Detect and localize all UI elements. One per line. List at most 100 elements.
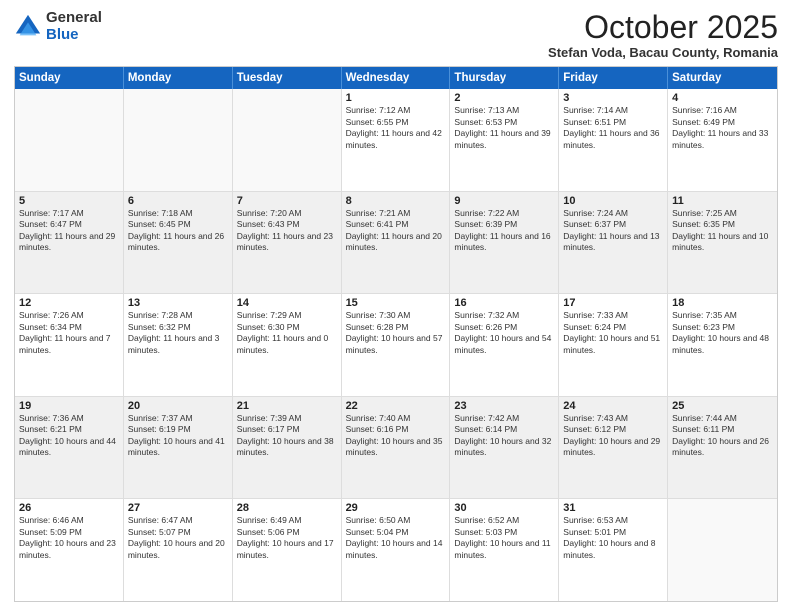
cell-info: Sunrise: 7:35 AMSunset: 6:23 PMDaylight:… <box>672 310 773 356</box>
day-number: 18 <box>672 297 773 309</box>
cell-info: Sunrise: 7:16 AMSunset: 6:49 PMDaylight:… <box>672 105 773 151</box>
table-row: 19Sunrise: 7:36 AMSunset: 6:21 PMDayligh… <box>15 397 124 499</box>
cell-info: Sunrise: 6:52 AMSunset: 5:03 PMDaylight:… <box>454 515 554 561</box>
day-number: 8 <box>346 195 446 207</box>
cell-info: Sunrise: 7:24 AMSunset: 6:37 PMDaylight:… <box>563 208 663 254</box>
day-number: 7 <box>237 195 337 207</box>
cell-info: Sunrise: 6:46 AMSunset: 5:09 PMDaylight:… <box>19 515 119 561</box>
table-row <box>233 89 342 191</box>
day-number: 21 <box>237 400 337 412</box>
cell-info: Sunrise: 7:40 AMSunset: 6:16 PMDaylight:… <box>346 413 446 459</box>
day-header-friday: Friday <box>559 67 668 89</box>
table-row: 11Sunrise: 7:25 AMSunset: 6:35 PMDayligh… <box>668 192 777 294</box>
table-row: 23Sunrise: 7:42 AMSunset: 6:14 PMDayligh… <box>450 397 559 499</box>
cell-info: Sunrise: 7:36 AMSunset: 6:21 PMDaylight:… <box>19 413 119 459</box>
cell-info: Sunrise: 7:17 AMSunset: 6:47 PMDaylight:… <box>19 208 119 254</box>
table-row: 29Sunrise: 6:50 AMSunset: 5:04 PMDayligh… <box>342 499 451 601</box>
calendar-header: SundayMondayTuesdayWednesdayThursdayFrid… <box>15 67 777 89</box>
table-row <box>124 89 233 191</box>
table-row: 30Sunrise: 6:52 AMSunset: 5:03 PMDayligh… <box>450 499 559 601</box>
cell-info: Sunrise: 7:32 AMSunset: 6:26 PMDaylight:… <box>454 310 554 356</box>
table-row: 21Sunrise: 7:39 AMSunset: 6:17 PMDayligh… <box>233 397 342 499</box>
day-number: 30 <box>454 502 554 514</box>
day-number: 9 <box>454 195 554 207</box>
cell-info: Sunrise: 7:12 AMSunset: 6:55 PMDaylight:… <box>346 105 446 151</box>
day-header-wednesday: Wednesday <box>342 67 451 89</box>
logo-general-text: General <box>46 10 102 27</box>
day-number: 23 <box>454 400 554 412</box>
table-row: 6Sunrise: 7:18 AMSunset: 6:45 PMDaylight… <box>124 192 233 294</box>
day-number: 10 <box>563 195 663 207</box>
cell-info: Sunrise: 7:42 AMSunset: 6:14 PMDaylight:… <box>454 413 554 459</box>
table-row: 12Sunrise: 7:26 AMSunset: 6:34 PMDayligh… <box>15 294 124 396</box>
table-row: 17Sunrise: 7:33 AMSunset: 6:24 PMDayligh… <box>559 294 668 396</box>
day-number: 14 <box>237 297 337 309</box>
day-header-monday: Monday <box>124 67 233 89</box>
header-right: October 2025 Stefan Voda, Bacau County, … <box>548 10 778 60</box>
logo-text: General Blue <box>46 10 102 43</box>
table-row: 7Sunrise: 7:20 AMSunset: 6:43 PMDaylight… <box>233 192 342 294</box>
cell-info: Sunrise: 6:50 AMSunset: 5:04 PMDaylight:… <box>346 515 446 561</box>
cell-info: Sunrise: 7:21 AMSunset: 6:41 PMDaylight:… <box>346 208 446 254</box>
table-row: 26Sunrise: 6:46 AMSunset: 5:09 PMDayligh… <box>15 499 124 601</box>
day-number: 11 <box>672 195 773 207</box>
day-number: 27 <box>128 502 228 514</box>
table-row: 18Sunrise: 7:35 AMSunset: 6:23 PMDayligh… <box>668 294 777 396</box>
logo-icon <box>14 13 42 41</box>
table-row: 16Sunrise: 7:32 AMSunset: 6:26 PMDayligh… <box>450 294 559 396</box>
cell-info: Sunrise: 7:22 AMSunset: 6:39 PMDaylight:… <box>454 208 554 254</box>
calendar-week-1: 1Sunrise: 7:12 AMSunset: 6:55 PMDaylight… <box>15 89 777 192</box>
location: Stefan Voda, Bacau County, Romania <box>548 45 778 60</box>
day-number: 13 <box>128 297 228 309</box>
cell-info: Sunrise: 7:26 AMSunset: 6:34 PMDaylight:… <box>19 310 119 356</box>
header: General Blue October 2025 Stefan Voda, B… <box>14 10 778 60</box>
cell-info: Sunrise: 7:37 AMSunset: 6:19 PMDaylight:… <box>128 413 228 459</box>
day-number: 19 <box>19 400 119 412</box>
cell-info: Sunrise: 7:33 AMSunset: 6:24 PMDaylight:… <box>563 310 663 356</box>
logo: General Blue <box>14 10 102 43</box>
table-row: 4Sunrise: 7:16 AMSunset: 6:49 PMDaylight… <box>668 89 777 191</box>
cell-info: Sunrise: 7:28 AMSunset: 6:32 PMDaylight:… <box>128 310 228 356</box>
cell-info: Sunrise: 6:47 AMSunset: 5:07 PMDaylight:… <box>128 515 228 561</box>
page: General Blue October 2025 Stefan Voda, B… <box>0 0 792 612</box>
table-row: 31Sunrise: 6:53 AMSunset: 5:01 PMDayligh… <box>559 499 668 601</box>
day-number: 16 <box>454 297 554 309</box>
cell-info: Sunrise: 7:29 AMSunset: 6:30 PMDaylight:… <box>237 310 337 356</box>
day-number: 5 <box>19 195 119 207</box>
day-number: 1 <box>346 92 446 104</box>
cell-info: Sunrise: 7:30 AMSunset: 6:28 PMDaylight:… <box>346 310 446 356</box>
table-row: 2Sunrise: 7:13 AMSunset: 6:53 PMDaylight… <box>450 89 559 191</box>
cell-info: Sunrise: 7:18 AMSunset: 6:45 PMDaylight:… <box>128 208 228 254</box>
cell-info: Sunrise: 7:39 AMSunset: 6:17 PMDaylight:… <box>237 413 337 459</box>
logo-blue-text: Blue <box>46 27 102 44</box>
table-row: 3Sunrise: 7:14 AMSunset: 6:51 PMDaylight… <box>559 89 668 191</box>
day-number: 2 <box>454 92 554 104</box>
day-header-tuesday: Tuesday <box>233 67 342 89</box>
table-row: 13Sunrise: 7:28 AMSunset: 6:32 PMDayligh… <box>124 294 233 396</box>
table-row: 1Sunrise: 7:12 AMSunset: 6:55 PMDaylight… <box>342 89 451 191</box>
cell-info: Sunrise: 6:53 AMSunset: 5:01 PMDaylight:… <box>563 515 663 561</box>
cell-info: Sunrise: 7:20 AMSunset: 6:43 PMDaylight:… <box>237 208 337 254</box>
table-row: 20Sunrise: 7:37 AMSunset: 6:19 PMDayligh… <box>124 397 233 499</box>
day-number: 20 <box>128 400 228 412</box>
day-header-thursday: Thursday <box>450 67 559 89</box>
calendar-week-4: 19Sunrise: 7:36 AMSunset: 6:21 PMDayligh… <box>15 397 777 500</box>
day-number: 12 <box>19 297 119 309</box>
day-number: 24 <box>563 400 663 412</box>
day-number: 6 <box>128 195 228 207</box>
day-number: 22 <box>346 400 446 412</box>
table-row: 14Sunrise: 7:29 AMSunset: 6:30 PMDayligh… <box>233 294 342 396</box>
cell-info: Sunrise: 7:25 AMSunset: 6:35 PMDaylight:… <box>672 208 773 254</box>
day-header-sunday: Sunday <box>15 67 124 89</box>
table-row: 25Sunrise: 7:44 AMSunset: 6:11 PMDayligh… <box>668 397 777 499</box>
day-number: 17 <box>563 297 663 309</box>
day-number: 28 <box>237 502 337 514</box>
day-number: 4 <box>672 92 773 104</box>
day-number: 3 <box>563 92 663 104</box>
table-row: 9Sunrise: 7:22 AMSunset: 6:39 PMDaylight… <box>450 192 559 294</box>
calendar-week-2: 5Sunrise: 7:17 AMSunset: 6:47 PMDaylight… <box>15 192 777 295</box>
cell-info: Sunrise: 6:49 AMSunset: 5:06 PMDaylight:… <box>237 515 337 561</box>
cell-info: Sunrise: 7:14 AMSunset: 6:51 PMDaylight:… <box>563 105 663 151</box>
table-row <box>15 89 124 191</box>
day-number: 25 <box>672 400 773 412</box>
